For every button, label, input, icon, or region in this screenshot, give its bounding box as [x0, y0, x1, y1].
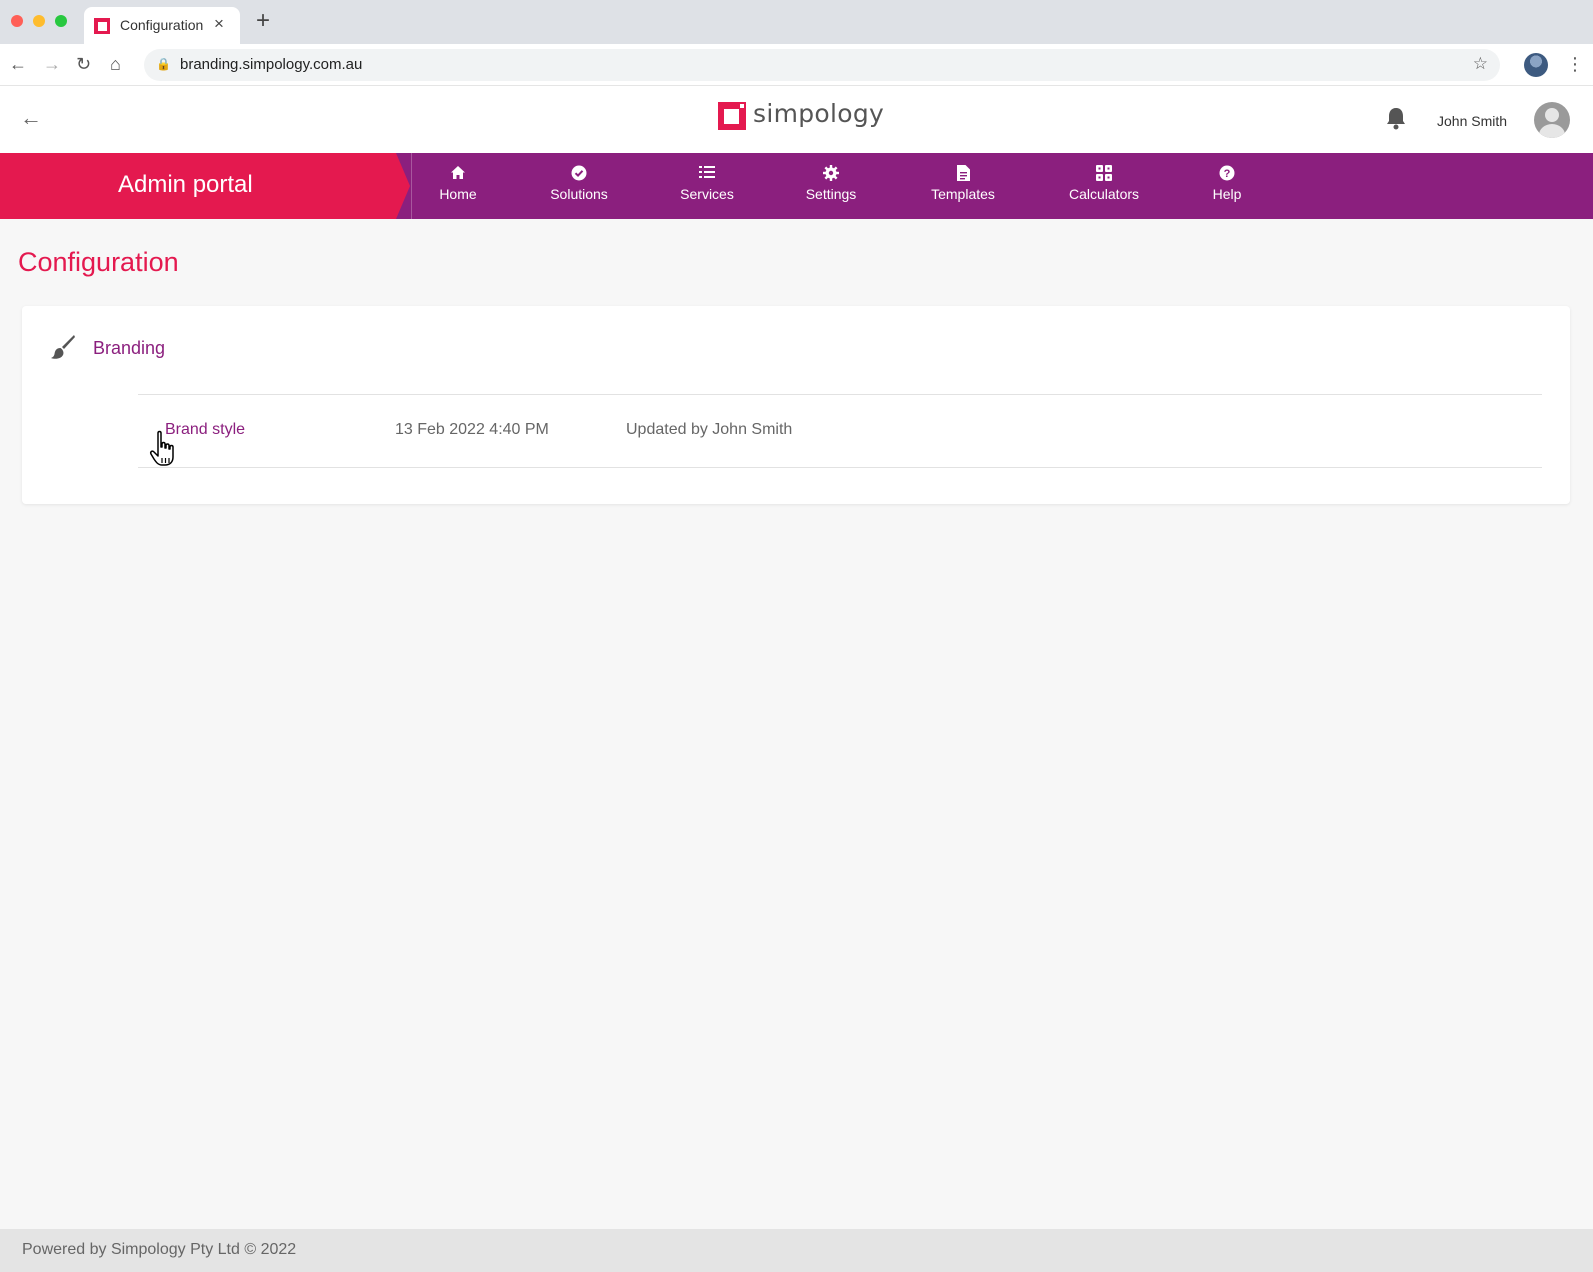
bell-icon[interactable] — [1385, 106, 1407, 136]
svg-text:?: ? — [1224, 168, 1231, 180]
footer: Powered by Simpology Pty Ltd © 2022 — [0, 1229, 1593, 1272]
profile-avatar[interactable] — [1524, 53, 1548, 77]
new-tab-icon[interactable]: + — [256, 9, 270, 33]
reload-icon[interactable]: ↻ — [76, 53, 91, 75]
nav-label-help: Help — [1212, 186, 1242, 202]
section-title-branding: Branding — [93, 338, 166, 358]
lock-icon[interactable]: 🔒 — [156, 57, 171, 71]
row-date: 13 Feb 2022 4:40 PM — [395, 421, 549, 438]
address-bar[interactable]: 🔒 branding.simpology.com.au ☆ — [144, 49, 1500, 81]
nav-label-templates: Templates — [931, 186, 995, 202]
check-circle-icon — [546, 165, 612, 182]
home-icon[interactable]: ⌂ — [110, 53, 121, 75]
nav-item-calculators[interactable]: Calculators — [1064, 153, 1144, 219]
star-icon[interactable]: ☆ — [1473, 54, 1488, 74]
nav-item-services[interactable]: Services — [678, 153, 736, 219]
nav-divider — [411, 153, 412, 219]
logo-text: simpology — [753, 99, 885, 128]
table-row: Brand style 13 Feb 2022 4:40 PM Updated … — [138, 394, 1542, 468]
browser-tab[interactable]: Configuration × — [84, 7, 240, 44]
user-avatar[interactable] — [1534, 102, 1570, 138]
home-icon — [432, 165, 484, 182]
brand-style-link[interactable]: Brand style — [165, 421, 245, 439]
nav-item-home[interactable]: Home — [432, 153, 484, 219]
footer-text: Powered by Simpology Pty Ltd © 2022 — [22, 1241, 297, 1258]
url-text[interactable]: branding.simpology.com.au — [180, 56, 362, 73]
back-icon[interactable]: ← — [9, 53, 27, 75]
nav-item-templates[interactable]: Templates — [926, 153, 1000, 219]
portal-banner: Admin portal — [0, 153, 410, 219]
simpology-favicon-icon — [94, 18, 110, 34]
nav-label-calculators: Calculators — [1068, 186, 1140, 202]
grid-icon — [1064, 165, 1144, 182]
list-icon — [678, 165, 736, 182]
nav-label-solutions: Solutions — [550, 186, 608, 202]
nav-item-settings[interactable]: Settings — [802, 153, 860, 219]
branding-card: Branding Brand style 13 Feb 2022 4:40 PM… — [22, 306, 1570, 504]
nav-label-settings: Settings — [805, 186, 857, 202]
window-close-button[interactable] — [11, 15, 23, 27]
forward-icon[interactable]: → — [43, 53, 61, 75]
page-title: Configuration — [18, 247, 179, 277]
back-arrow-icon[interactable]: ← — [20, 106, 42, 130]
browser-tab-strip: Configuration × + — [0, 0, 1593, 44]
nav-label-services: Services — [680, 186, 734, 202]
browser-toolbar: ← → ↻ ⌂ 🔒 branding.simpology.com.au ☆ ⋮ — [0, 44, 1593, 86]
gear-icon — [802, 165, 860, 182]
portal-title: Admin portal — [118, 171, 253, 198]
app-header: ← simpology John Smith — [0, 86, 1593, 153]
tab-title: Configuration — [120, 17, 204, 33]
help-icon: ? — [1206, 165, 1248, 182]
nav-item-help[interactable]: ? Help — [1206, 153, 1248, 219]
row-updated-by: Updated by John Smith — [626, 421, 793, 438]
paint-brush-icon — [50, 334, 76, 360]
nav-item-solutions[interactable]: Solutions — [546, 153, 612, 219]
document-icon — [926, 165, 1000, 182]
window-minimize-button[interactable] — [33, 15, 45, 27]
main-navbar: Admin portal Home Solutions Services Set… — [0, 153, 1593, 219]
nav-label-home: Home — [439, 186, 477, 202]
window-maximize-button[interactable] — [55, 15, 67, 27]
menu-icon[interactable]: ⋮ — [1566, 54, 1584, 74]
user-name[interactable]: John Smith — [1437, 113, 1507, 129]
logo-mark-icon — [718, 102, 746, 130]
tab-close-icon[interactable]: × — [214, 14, 224, 34]
